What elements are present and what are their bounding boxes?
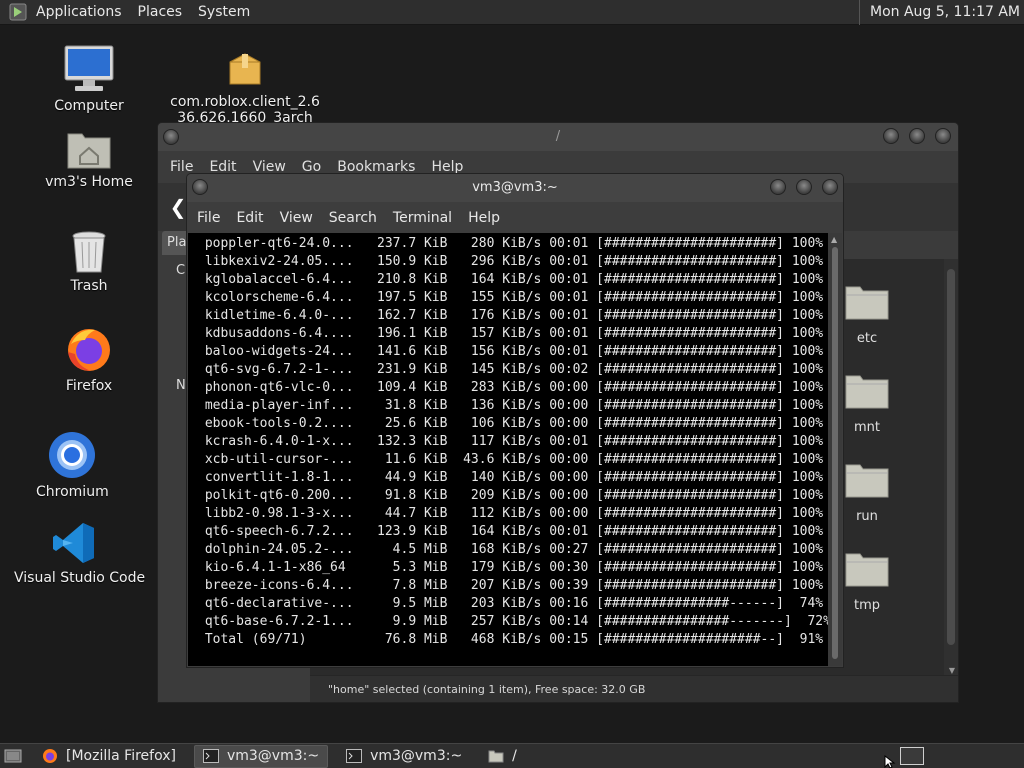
- bottom-panel: [Mozilla Firefox] vm3@vm3:~ vm3@vm3:~ /: [0, 743, 1024, 768]
- folder-icon: [488, 749, 504, 763]
- terminal-line: qt6-base-6.7.2-1... 9.9 MiB 257 KiB/s 00…: [197, 614, 829, 629]
- scroll-down-arrow-icon[interactable]: ▼: [949, 666, 955, 675]
- taskbar-terminal[interactable]: vm3@vm3:~: [338, 745, 470, 768]
- menu-search[interactable]: Search: [321, 210, 385, 226]
- desktop-icon-label: com.roblox.client_2.636.626.1660_3arch: [170, 94, 320, 122]
- desktop-icon-label: Computer: [54, 98, 124, 114]
- scroll-up-arrow-icon[interactable]: ▲: [831, 235, 837, 244]
- taskbar-firefox[interactable]: [Mozilla Firefox]: [34, 745, 184, 768]
- desktop-icon-label: Trash: [70, 278, 108, 294]
- menu-edit[interactable]: Edit: [228, 210, 271, 226]
- file-manager-titlebar[interactable]: /: [158, 123, 958, 151]
- terminal-icon: [346, 749, 363, 763]
- terminal-line: dolphin-24.05.2-... 4.5 MiB 168 KiB/s 00…: [197, 542, 824, 557]
- menu-terminal[interactable]: Terminal: [385, 210, 460, 226]
- task-label: vm3@vm3:~: [370, 748, 463, 764]
- desktop-icon-vscode[interactable]: Visual Studio Code: [14, 520, 146, 586]
- status-bar: "home" selected (containing 1 item), Fre…: [310, 675, 958, 702]
- folder-icon: [845, 464, 889, 498]
- desktop-icon-home[interactable]: vm3's Home: [40, 128, 138, 190]
- close-button[interactable]: [935, 128, 951, 144]
- sidebar-item-n[interactable]: N: [176, 378, 186, 393]
- task-label: vm3@vm3:~: [226, 748, 320, 764]
- terminal-line: kcrash-6.4.0-1-x... 132.3 KiB 117 KiB/s …: [197, 434, 824, 449]
- terminal-line: kcolorscheme-6.4... 197.5 KiB 155 KiB/s …: [197, 290, 824, 305]
- terminal-line: baloo-widgets-24... 141.6 KiB 156 KiB/s …: [197, 344, 824, 359]
- desktop-icon-computer[interactable]: Computer: [48, 44, 130, 114]
- desktop-icon-package[interactable]: com.roblox.client_2.636.626.1660_3arch: [170, 50, 320, 122]
- terminal-line: polkit-qt6-0.200... 91.8 KiB 209 KiB/s 0…: [197, 488, 824, 503]
- terminal-scrollbar[interactable]: ▲: [828, 233, 842, 666]
- task-label: /: [512, 748, 517, 764]
- applications-menu[interactable]: Applications: [28, 0, 130, 25]
- top-panel: Applications Places System Mon Aug 5, 11…: [0, 0, 1024, 25]
- terminal-line: breeze-icons-6.4... 7.8 MiB 207 KiB/s 00…: [197, 578, 824, 593]
- taskbar-terminal-active[interactable]: vm3@vm3:~: [193, 744, 329, 768]
- computer-icon: [64, 45, 114, 91]
- terminal-line: kio-6.4.1-1-x86_64 5.3 MiB 179 KiB/s 00:…: [197, 560, 824, 575]
- folder-icon: [845, 375, 889, 409]
- terminal-line: ebook-tools-0.2.... 25.6 KiB 106 KiB/s 0…: [197, 416, 824, 431]
- desktop-icon-chromium[interactable]: Chromium: [36, 430, 109, 500]
- terminal-line: qt6-speech-6.7.2... 123.9 KiB 164 KiB/s …: [197, 524, 824, 539]
- terminal-window[interactable]: vm3@vm3:~ File Edit View Search Terminal…: [186, 173, 844, 668]
- maximize-button[interactable]: [909, 128, 925, 144]
- firefox-icon: [68, 329, 110, 371]
- places-menu[interactable]: Places: [130, 0, 191, 25]
- terminal-titlebar[interactable]: vm3@vm3:~: [187, 174, 843, 202]
- terminal-line: Total (69/71) 76.8 MiB 468 KiB/s 00:15 […: [197, 632, 824, 647]
- menu-view[interactable]: View: [272, 210, 321, 226]
- desktop-icon-label: Firefox: [65, 378, 113, 394]
- minimize-button[interactable]: [770, 179, 786, 195]
- applications-icon[interactable]: [8, 2, 28, 22]
- terminal-line: kidletime-6.4.0-... 162.7 KiB 176 KiB/s …: [197, 308, 824, 323]
- show-desktop-icon[interactable]: [2, 747, 24, 765]
- sidebar-bottom: [158, 675, 310, 702]
- system-menu[interactable]: System: [190, 0, 258, 25]
- trash-icon: [72, 231, 106, 273]
- mouse-cursor-icon: [884, 755, 896, 768]
- vscode-icon: [53, 523, 94, 563]
- terminal-line: phonon-qt6-vlc-0... 109.4 KiB 283 KiB/s …: [197, 380, 824, 395]
- task-label: [Mozilla Firefox]: [66, 748, 176, 764]
- close-button[interactable]: [822, 179, 838, 195]
- terminal-line: libkexiv2-24.05.... 150.9 KiB 296 KiB/s …: [197, 254, 824, 269]
- desktop-icon-firefox[interactable]: Firefox: [58, 326, 120, 394]
- clock[interactable]: Mon Aug 5, 11:17 AM: [858, 0, 1020, 25]
- terminal-line: kglobalaccel-6.4... 210.8 KiB 164 KiB/s …: [197, 272, 824, 287]
- scrollbar-thumb[interactable]: [832, 247, 838, 659]
- terminal-line: kdbusaddons-6.4.... 196.1 KiB 157 KiB/s …: [197, 326, 824, 341]
- terminal-icon: [202, 749, 219, 763]
- terminal-line: libb2-0.98.1-3-x... 44.7 KiB 112 KiB/s 0…: [197, 506, 824, 521]
- maximize-button[interactable]: [796, 179, 812, 195]
- scrollbar-thumb[interactable]: [947, 269, 955, 645]
- sidebar-item-c[interactable]: C: [176, 263, 185, 278]
- desktop-icon-label: Visual Studio Code: [14, 570, 146, 586]
- package-icon: [229, 53, 261, 85]
- terminal-line: convertlit-1.8-1... 44.9 KiB 140 KiB/s 0…: [197, 470, 824, 485]
- content-scrollbar[interactable]: ▼: [944, 259, 958, 677]
- desktop-icon-label: Chromium: [36, 484, 109, 500]
- menu-help[interactable]: Help: [460, 210, 508, 226]
- terminal-menubar: File Edit View Search Terminal Help: [187, 202, 843, 233]
- firefox-icon: [42, 748, 58, 764]
- chromium-icon: [49, 432, 95, 478]
- desktop-icon-trash[interactable]: Trash: [58, 230, 120, 294]
- terminal-line: poppler-qt6-24.0... 237.7 KiB 280 KiB/s …: [197, 236, 824, 251]
- window-title: vm3@vm3:~: [472, 180, 558, 195]
- terminal-line: qt6-declarative-... 9.5 MiB 203 KiB/s 00…: [197, 596, 824, 611]
- workspace-switcher[interactable]: [900, 747, 924, 765]
- folder-icon: [845, 553, 889, 587]
- folder-icon: [845, 286, 889, 320]
- terminal-line: media-player-inf... 31.8 KiB 136 KiB/s 0…: [197, 398, 824, 413]
- home-folder-icon: [67, 133, 111, 169]
- desktop-icon-label: vm3's Home: [45, 174, 133, 190]
- minimize-button[interactable]: [883, 128, 899, 144]
- window-title: /: [555, 129, 561, 144]
- terminal-line: qt6-svg-6.7.2-1-... 231.9 KiB 145 KiB/s …: [197, 362, 824, 377]
- menu-file[interactable]: File: [189, 210, 228, 226]
- terminal-output[interactable]: poppler-qt6-24.0... 237.7 KiB 280 KiB/s …: [188, 233, 829, 666]
- taskbar-file-manager[interactable]: /: [480, 745, 525, 768]
- terminal-line: xcb-util-cursor-... 11.6 KiB 43.6 KiB/s …: [197, 452, 824, 467]
